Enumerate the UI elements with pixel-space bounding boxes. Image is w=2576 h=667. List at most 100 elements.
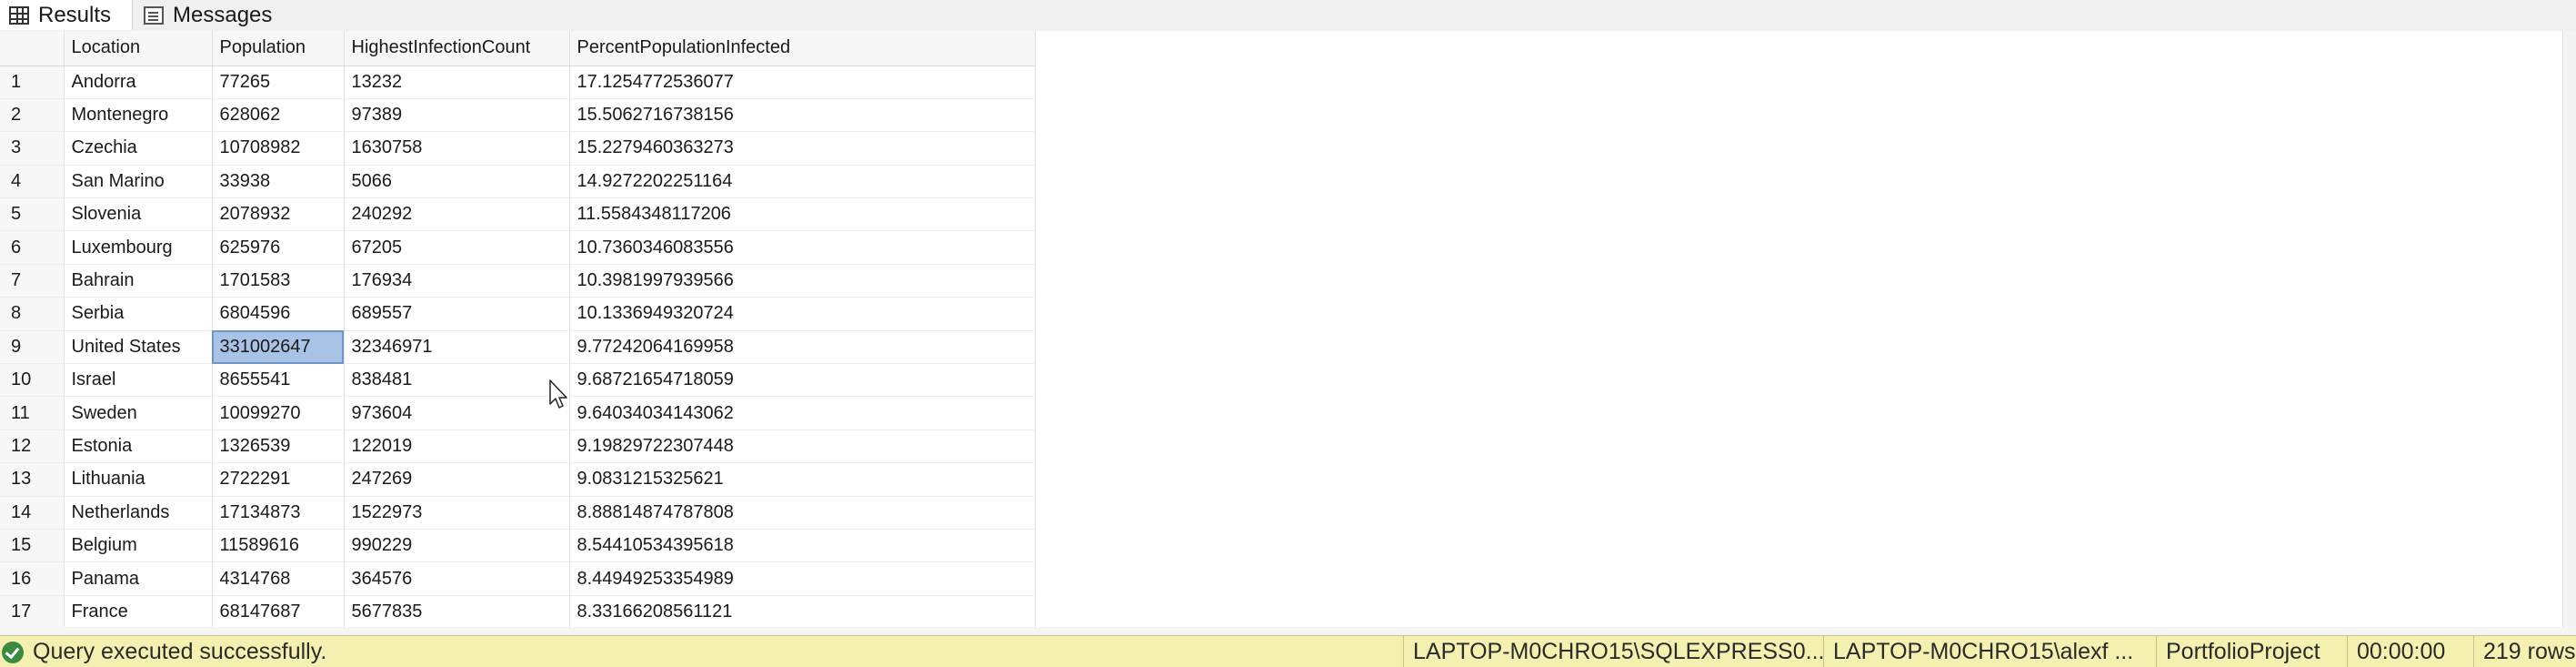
cell-percent-population-infected[interactable]: 8.33166208561121 <box>569 595 1036 627</box>
cell-highest-infection-count[interactable]: 67205 <box>344 230 570 265</box>
cell-population[interactable]: 77265 <box>212 66 345 99</box>
row-number[interactable]: 7 <box>0 264 65 298</box>
table-row[interactable]: 8 Serbia 6804596 689557 10.1336949320724 <box>0 297 1036 331</box>
cell-location[interactable]: Netherlands <box>64 496 213 530</box>
cell-location[interactable]: Israel <box>64 363 213 398</box>
cell-highest-infection-count[interactable]: 13232 <box>344 66 570 99</box>
row-number[interactable]: 6 <box>0 230 65 265</box>
row-number[interactable]: 14 <box>0 496 65 530</box>
cell-highest-infection-count[interactable]: 32346971 <box>344 330 570 365</box>
table-row[interactable]: 12 Estonia 1326539 122019 9.19829722307448 <box>0 430 1036 464</box>
cell-percent-population-infected[interactable]: 9.68721654718059 <box>569 363 1036 398</box>
cell-percent-population-infected[interactable]: 9.0831215325621 <box>569 462 1036 497</box>
cell-population[interactable]: 331002647 <box>212 330 345 365</box>
cell-percent-population-infected[interactable]: 10.7360346083556 <box>569 230 1036 265</box>
cell-population[interactable]: 6804596 <box>212 297 345 331</box>
cell-location[interactable]: Estonia <box>64 430 213 464</box>
cell-location[interactable]: Panama <box>64 561 213 596</box>
cell-population[interactable]: 10099270 <box>212 396 345 430</box>
cell-location[interactable]: Slovenia <box>64 197 213 232</box>
cell-location[interactable]: Lithuania <box>64 462 213 497</box>
tab-results[interactable]: Results <box>0 0 133 30</box>
cell-percent-population-infected[interactable]: 10.3981997939566 <box>569 264 1036 298</box>
cell-highest-infection-count[interactable]: 1522973 <box>344 496 570 530</box>
cell-percent-population-infected[interactable]: 8.44949253354989 <box>569 561 1036 596</box>
table-row[interactable]: 1 Andorra 77265 13232 17.1254772536077 <box>0 66 1036 99</box>
cell-location[interactable]: Sweden <box>64 396 213 430</box>
table-row[interactable]: 4 San Marino 33938 5066 14.9272202251164 <box>0 165 1036 199</box>
cell-location[interactable]: San Marino <box>64 165 213 199</box>
cell-highest-infection-count[interactable]: 1630758 <box>344 131 570 166</box>
table-row[interactable]: 10 Israel 8655541 838481 9.68721654718059 <box>0 363 1036 398</box>
cell-location[interactable]: Andorra <box>64 66 213 99</box>
cell-percent-population-infected[interactable]: 9.77242064169958 <box>569 330 1036 365</box>
cell-highest-infection-count[interactable]: 5677835 <box>344 595 570 627</box>
row-number[interactable]: 1 <box>0 66 65 99</box>
cell-percent-population-infected[interactable]: 8.54410534395618 <box>569 529 1036 563</box>
cell-location[interactable]: France <box>64 595 213 627</box>
cell-population[interactable]: 8655541 <box>212 363 345 398</box>
cell-highest-infection-count[interactable]: 5066 <box>344 165 570 199</box>
row-number[interactable]: 10 <box>0 363 65 398</box>
cell-highest-infection-count[interactable]: 689557 <box>344 297 570 331</box>
cell-population[interactable]: 68147687 <box>212 595 345 627</box>
row-number[interactable]: 8 <box>0 297 65 331</box>
cell-population[interactable]: 17134873 <box>212 496 345 530</box>
cell-percent-population-infected[interactable]: 15.2279460363273 <box>569 131 1036 166</box>
table-row[interactable]: 2 Montenegro 628062 97389 15.5062716738156 <box>0 98 1036 133</box>
cell-highest-infection-count[interactable]: 838481 <box>344 363 570 398</box>
corner-cell[interactable] <box>0 31 65 66</box>
row-number[interactable]: 11 <box>0 396 65 430</box>
cell-percent-population-infected[interactable]: 14.9272202251164 <box>569 165 1036 199</box>
table-row[interactable]: 9 United States 331002647 32346971 9.7724206… <box>0 330 1036 365</box>
cell-population[interactable]: 11589616 <box>212 529 345 563</box>
cell-population[interactable]: 10708982 <box>212 131 345 166</box>
table-row[interactable]: 15 Belgium 11589616 990229 8.54410534395618 <box>0 529 1036 563</box>
column-header-percent-population-infected[interactable]: PercentPopulationInfected <box>569 31 1036 66</box>
table-row[interactable]: 14 Netherlands 17134873 1522973 8.8881487478… <box>0 496 1036 530</box>
results-grid[interactable]: Location Population HighestInfectionCoun… <box>0 31 2576 627</box>
cell-population[interactable]: 2078932 <box>212 197 345 232</box>
cell-location[interactable]: United States <box>64 330 213 365</box>
cell-population[interactable]: 2722291 <box>212 462 345 497</box>
cell-percent-population-infected[interactable]: 17.1254772536077 <box>569 66 1036 99</box>
cell-highest-infection-count[interactable]: 247269 <box>344 462 570 497</box>
column-header-highest-infection-count[interactable]: HighestInfectionCount <box>344 31 570 66</box>
row-number[interactable]: 3 <box>0 131 65 166</box>
cell-percent-population-infected[interactable]: 15.5062716738156 <box>569 98 1036 133</box>
cell-location[interactable]: Serbia <box>64 297 213 331</box>
cell-highest-infection-count[interactable]: 97389 <box>344 98 570 133</box>
column-header-location[interactable]: Location <box>64 31 213 66</box>
cell-population[interactable]: 625976 <box>212 230 345 265</box>
row-number[interactable]: 15 <box>0 529 65 563</box>
cell-highest-infection-count[interactable]: 364576 <box>344 561 570 596</box>
cell-population[interactable]: 1701583 <box>212 264 345 298</box>
table-row[interactable]: 6 Luxembourg 625976 67205 10.7360346083556 <box>0 230 1036 265</box>
table-row[interactable]: 5 Slovenia 2078932 240292 11.5584348117206 <box>0 197 1036 232</box>
cell-location[interactable]: Czechia <box>64 131 213 166</box>
cell-highest-infection-count[interactable]: 973604 <box>344 396 570 430</box>
cell-location[interactable]: Bahrain <box>64 264 213 298</box>
cell-population[interactable]: 33938 <box>212 165 345 199</box>
table-row[interactable]: 17 France 68147687 5677835 8.33166208561121 <box>0 595 1036 627</box>
row-number[interactable]: 12 <box>0 430 65 464</box>
cell-percent-population-infected[interactable]: 8.88814874787808 <box>569 496 1036 530</box>
row-number[interactable]: 16 <box>0 561 65 596</box>
table-row[interactable]: 16 Panama 4314768 364576 8.44949253354989 <box>0 561 1036 596</box>
cell-highest-infection-count[interactable]: 176934 <box>344 264 570 298</box>
row-number[interactable]: 9 <box>0 330 65 365</box>
row-number[interactable]: 5 <box>0 197 65 232</box>
cell-location[interactable]: Belgium <box>64 529 213 563</box>
row-number[interactable]: 13 <box>0 462 65 497</box>
table-row[interactable]: 13 Lithuania 2722291 247269 9.0831215325621 <box>0 462 1036 497</box>
cell-highest-infection-count[interactable]: 122019 <box>344 430 570 464</box>
cell-population[interactable]: 4314768 <box>212 561 345 596</box>
cell-percent-population-infected[interactable]: 9.64034034143062 <box>569 396 1036 430</box>
table-row[interactable]: 11 Sweden 10099270 973604 9.64034034143062 <box>0 396 1036 430</box>
cell-location[interactable]: Luxembourg <box>64 230 213 265</box>
cell-location[interactable]: Montenegro <box>64 98 213 133</box>
cell-population[interactable]: 628062 <box>212 98 345 133</box>
cell-percent-population-infected[interactable]: 11.5584348117206 <box>569 197 1036 232</box>
cell-highest-infection-count[interactable]: 990229 <box>344 529 570 563</box>
table-row[interactable]: 3 Czechia 10708982 1630758 15.2279460363273 <box>0 131 1036 166</box>
